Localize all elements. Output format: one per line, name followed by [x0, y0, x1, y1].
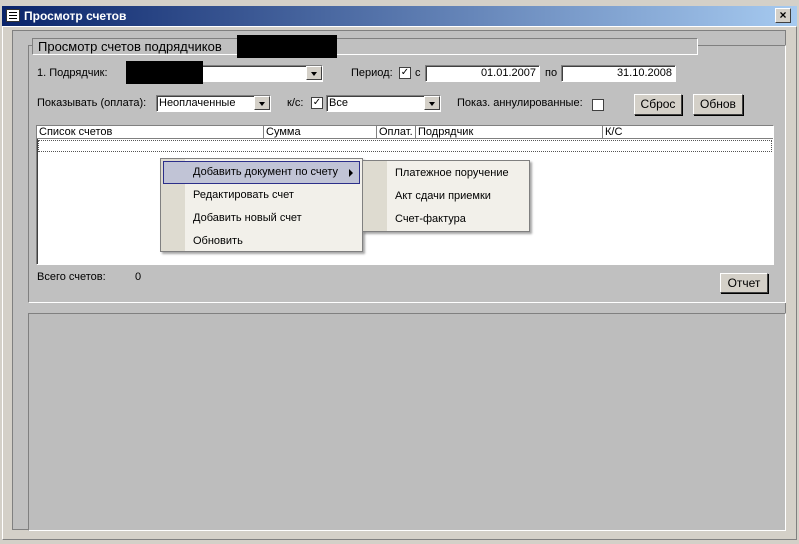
menu-item-add-document[interactable]: Добавить документ по счету — [163, 161, 360, 184]
column-header-paid[interactable]: Оплат. — [377, 126, 416, 139]
redacted-contractor — [126, 61, 203, 84]
menu-item-edit-invoice[interactable]: Редактировать счет — [163, 184, 360, 207]
menu-item-refresh[interactable]: Обновить — [163, 230, 360, 253]
group-title: Просмотр счетов подрядчиков — [38, 39, 222, 54]
menu-item-add-document-label: Добавить документ по счету — [193, 166, 339, 178]
total-label: Всего счетов: — [37, 271, 106, 283]
context-menu: Добавить документ по счету Редактировать… — [160, 158, 363, 252]
payment-dropdown-button[interactable] — [254, 96, 270, 110]
form-icon — [6, 9, 20, 22]
window-title: Просмотр счетов — [24, 9, 127, 23]
ks-dropdown-button[interactable] — [424, 96, 440, 110]
submenu-item-acceptance-act[interactable]: Акт сдачи приемки — [365, 185, 527, 208]
annulled-label: Показ. аннулированные: — [457, 97, 583, 109]
annulled-checkbox[interactable] — [592, 99, 604, 111]
refresh-button[interactable]: Обнов — [693, 94, 743, 115]
redacted-block — [237, 35, 337, 58]
to-label: по — [545, 67, 558, 79]
ks-label: к/с: — [287, 97, 304, 109]
column-header-contractor[interactable]: Подрядчик — [416, 126, 603, 139]
date-from-field[interactable]: 01.01.2007 — [425, 65, 540, 82]
from-label: с — [415, 67, 421, 79]
contractor-label: 1. Подрядчик: — [37, 67, 108, 79]
column-header-invoices[interactable]: Список счетов — [37, 126, 264, 139]
detail-panel — [28, 313, 786, 531]
report-button[interactable]: Отчет — [720, 273, 768, 293]
submenu: Платежное поручение Акт сдачи приемки Сч… — [362, 160, 530, 232]
period-label: Период: — [351, 67, 393, 79]
ks-checkbox[interactable]: ✓ — [311, 97, 323, 109]
submenu-item-invoice[interactable]: Счет-фактура — [365, 208, 527, 231]
title-bar: Просмотр счетов × — [2, 6, 797, 26]
close-button[interactable]: × — [775, 8, 791, 23]
reset-button[interactable]: Сброс — [634, 94, 682, 115]
contractor-dropdown-button[interactable] — [306, 66, 322, 80]
period-checkbox[interactable]: ✓ — [399, 67, 411, 79]
submenu-item-payment-order[interactable]: Платежное поручение — [365, 162, 527, 185]
list-row-focus[interactable] — [38, 140, 772, 152]
show-label: Показывать (оплата): — [37, 97, 147, 109]
total-value: 0 — [135, 271, 142, 283]
menu-item-new-invoice[interactable]: Добавить новый счет — [163, 207, 360, 230]
column-header-ks[interactable]: К/С — [603, 126, 773, 139]
column-header-amount[interactable]: Сумма — [264, 126, 377, 139]
date-to-field[interactable]: 31.10.2008 — [561, 65, 676, 82]
